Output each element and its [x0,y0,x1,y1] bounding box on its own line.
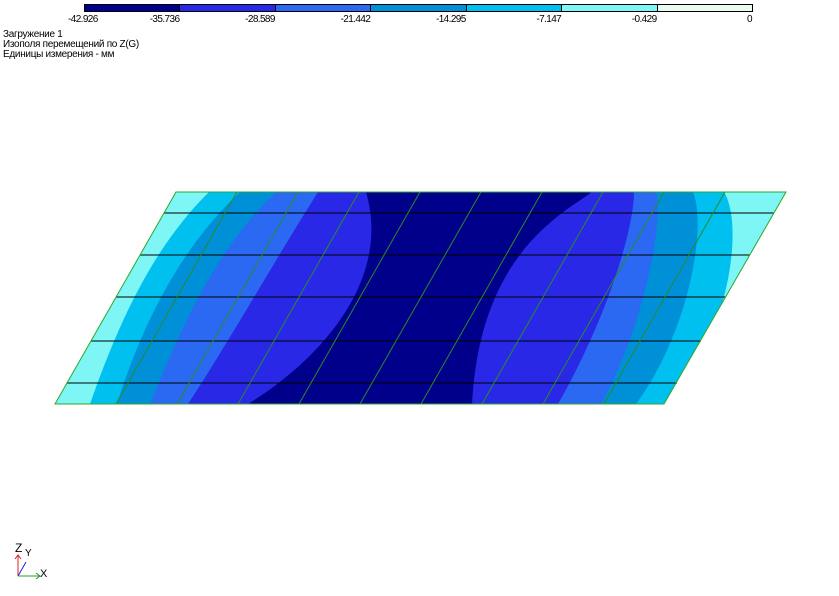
plate-isofield-view[interactable] [0,0,839,596]
axis-z-label: Z [15,541,22,555]
axis-y-line [17,561,27,577]
axis-triad: Z Y X [14,541,48,580]
axis-x-label: X [40,568,48,580]
axis-y-label: Y [25,548,32,559]
